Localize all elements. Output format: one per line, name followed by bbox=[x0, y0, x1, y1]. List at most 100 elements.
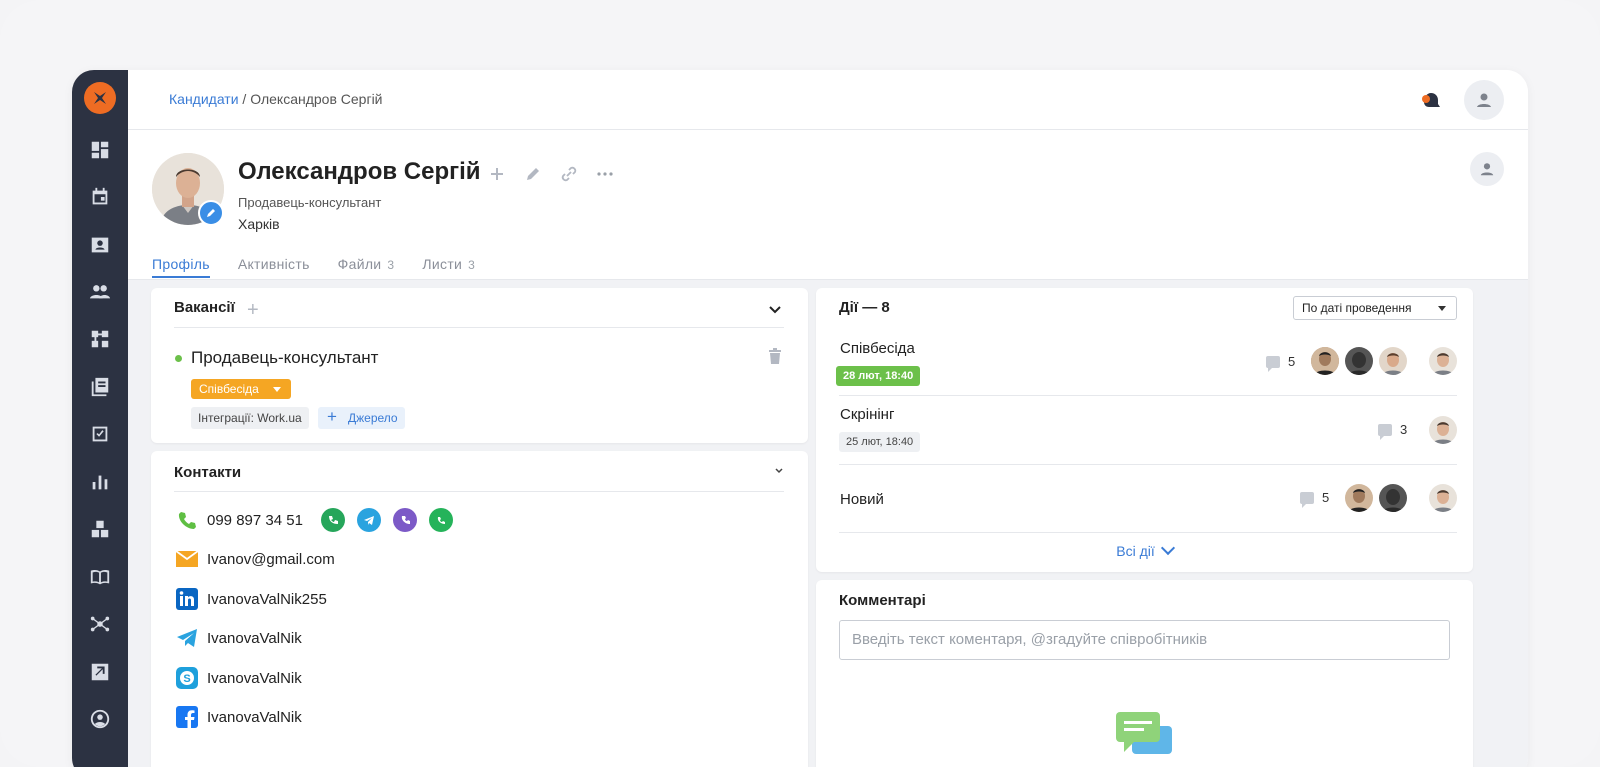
chevron-down-icon[interactable] bbox=[768, 302, 782, 316]
user-avatar-icon[interactable] bbox=[1464, 80, 1504, 120]
contact-linkedin-row: IvanovaValNik255 bbox=[175, 587, 327, 611]
action-comments[interactable]: 5 bbox=[1266, 354, 1296, 372]
viber-icon[interactable] bbox=[392, 508, 417, 532]
contact-skype-row: S IvanovaValNik bbox=[175, 666, 302, 690]
pencil-icon bbox=[207, 209, 215, 217]
divider bbox=[839, 464, 1457, 465]
divider bbox=[174, 491, 784, 492]
all-actions-link[interactable]: Всі дії bbox=[816, 540, 1473, 559]
contact-email-row: Ivanov@gmail.com bbox=[175, 547, 335, 571]
contact-card-icon[interactable] bbox=[88, 233, 112, 257]
contact-facebook[interactable]: IvanovaValNik bbox=[207, 709, 302, 726]
action-name[interactable]: Скрінінг bbox=[840, 406, 894, 423]
tab-letters[interactable]: Листи 3 bbox=[422, 256, 475, 278]
topbar: Кандидати / Олександров Сергій bbox=[128, 70, 1528, 130]
action-comments-count: 3 bbox=[1400, 422, 1408, 437]
responsible-avatar[interactable] bbox=[1429, 416, 1457, 444]
contact-facebook-row: IvanovaValNik bbox=[175, 705, 302, 729]
participant-avatar[interactable] bbox=[1379, 484, 1407, 512]
phone-icon bbox=[175, 508, 199, 532]
integration-tag: Інтеграції: Work.ua bbox=[191, 407, 309, 429]
comment-icon bbox=[1266, 355, 1280, 372]
contact-phone[interactable]: 099 897 34 51 bbox=[207, 512, 303, 529]
library-icon[interactable] bbox=[88, 375, 112, 399]
external-link-icon[interactable] bbox=[88, 660, 112, 684]
trash-icon[interactable] bbox=[768, 348, 784, 366]
pipeline-icon[interactable] bbox=[88, 327, 112, 351]
contact-linkedin[interactable]: IvanovaValNik255 bbox=[207, 591, 327, 608]
candidate-name: Олександров Сергій bbox=[238, 158, 481, 185]
action-comments-count: 5 bbox=[1288, 354, 1296, 369]
participant-avatar[interactable] bbox=[1345, 484, 1373, 512]
profile-icon[interactable] bbox=[88, 707, 112, 731]
action-comments[interactable]: 3 bbox=[1378, 422, 1408, 440]
chevron-down-icon bbox=[1160, 540, 1175, 556]
messenger-links bbox=[320, 508, 453, 532]
comments-card: Комментарі Введіть текст коментаря, @зга… bbox=[816, 580, 1473, 767]
linkedin-icon bbox=[175, 587, 199, 611]
chat-bubbles-icon bbox=[1116, 712, 1174, 762]
app-window: Кандидати / Олександров Сергій Олександр… bbox=[72, 70, 1528, 767]
actions-title: Дії — 8 bbox=[839, 299, 890, 316]
participant-avatar[interactable] bbox=[1379, 347, 1407, 375]
participant-avatar[interactable] bbox=[1345, 347, 1373, 375]
divider bbox=[839, 532, 1457, 533]
notifications-icon[interactable] bbox=[1420, 90, 1442, 112]
responsible-avatar[interactable] bbox=[1429, 347, 1457, 375]
edit-icon[interactable] bbox=[522, 163, 544, 185]
comment-icon bbox=[1300, 491, 1314, 508]
tab-activity[interactable]: Активність bbox=[238, 256, 310, 278]
boxes-icon[interactable] bbox=[88, 517, 112, 541]
add-icon[interactable] bbox=[486, 163, 508, 185]
contact-email[interactable]: Ivanov@gmail.com bbox=[207, 551, 335, 568]
candidate-actions bbox=[486, 163, 616, 185]
action-date: 28 лют, 18:40 bbox=[836, 366, 921, 386]
tab-files[interactable]: Файли 3 bbox=[338, 256, 395, 278]
dashboard-icon[interactable] bbox=[88, 138, 112, 162]
contact-telegram-row: IvanovaValNik bbox=[175, 626, 302, 650]
telegram-icon[interactable] bbox=[356, 508, 381, 532]
contact-telegram[interactable]: IvanovaValNik bbox=[207, 630, 302, 647]
kyivstar-call-icon[interactable] bbox=[320, 508, 345, 532]
candidate-city: Харків bbox=[238, 216, 280, 232]
edit-photo-button[interactable] bbox=[198, 200, 224, 226]
vacancy-active-dot bbox=[175, 355, 182, 362]
vacancy-status-label: Співбесіда bbox=[199, 382, 259, 396]
network-icon[interactable] bbox=[88, 612, 112, 636]
vacancy-name[interactable]: Продавець-консультант bbox=[191, 348, 378, 368]
breadcrumb-link-candidates[interactable]: Кандидати bbox=[169, 91, 239, 107]
whatsapp-icon[interactable] bbox=[428, 508, 453, 532]
action-comments[interactable]: 5 bbox=[1300, 490, 1329, 508]
calendar-icon[interactable] bbox=[88, 185, 112, 209]
responsible-avatar[interactable] bbox=[1429, 484, 1457, 512]
vacancy-status-dropdown[interactable]: Співбесіда bbox=[191, 379, 291, 399]
participant-avatar[interactable] bbox=[1311, 347, 1339, 375]
link-icon[interactable] bbox=[558, 163, 580, 185]
contacts-title: Контакти bbox=[174, 464, 242, 481]
people-icon[interactable] bbox=[88, 280, 112, 304]
candidate-position: Продавець-консультант bbox=[238, 195, 382, 210]
contact-skype[interactable]: IvanovaValNik bbox=[207, 670, 302, 687]
chevron-down-icon[interactable] bbox=[774, 463, 784, 474]
action-name[interactable]: Співбесіда bbox=[840, 340, 915, 357]
tab-profile[interactable]: Профіль bbox=[152, 256, 210, 278]
action-name[interactable]: Новий bbox=[840, 491, 884, 508]
add-source-button[interactable]: + Джерело bbox=[318, 407, 405, 429]
logo[interactable] bbox=[84, 82, 116, 114]
more-icon[interactable] bbox=[594, 163, 616, 185]
main-content: Вакансії + Продавець-консультант Співбес… bbox=[128, 280, 1528, 767]
email-icon bbox=[175, 547, 199, 571]
add-vacancy-icon[interactable]: + bbox=[247, 299, 259, 322]
divider bbox=[174, 327, 784, 328]
actions-sort-select[interactable]: По даті проведення bbox=[1293, 296, 1457, 320]
caret-down-icon bbox=[273, 387, 281, 392]
plus-icon: + bbox=[327, 407, 337, 426]
vacancies-card: Вакансії + Продавець-консультант Співбес… bbox=[151, 288, 808, 443]
task-check-icon[interactable] bbox=[88, 422, 112, 446]
svg-text:S: S bbox=[183, 673, 190, 685]
analytics-icon[interactable] bbox=[88, 470, 112, 494]
contacts-card: Контакти 099 897 34 51 Ivanov@gmail.com … bbox=[151, 451, 808, 767]
responsible-avatar-icon[interactable] bbox=[1470, 152, 1504, 186]
comment-input[interactable]: Введіть текст коментаря, @згадуйте співр… bbox=[839, 620, 1450, 660]
book-icon[interactable] bbox=[88, 565, 112, 589]
